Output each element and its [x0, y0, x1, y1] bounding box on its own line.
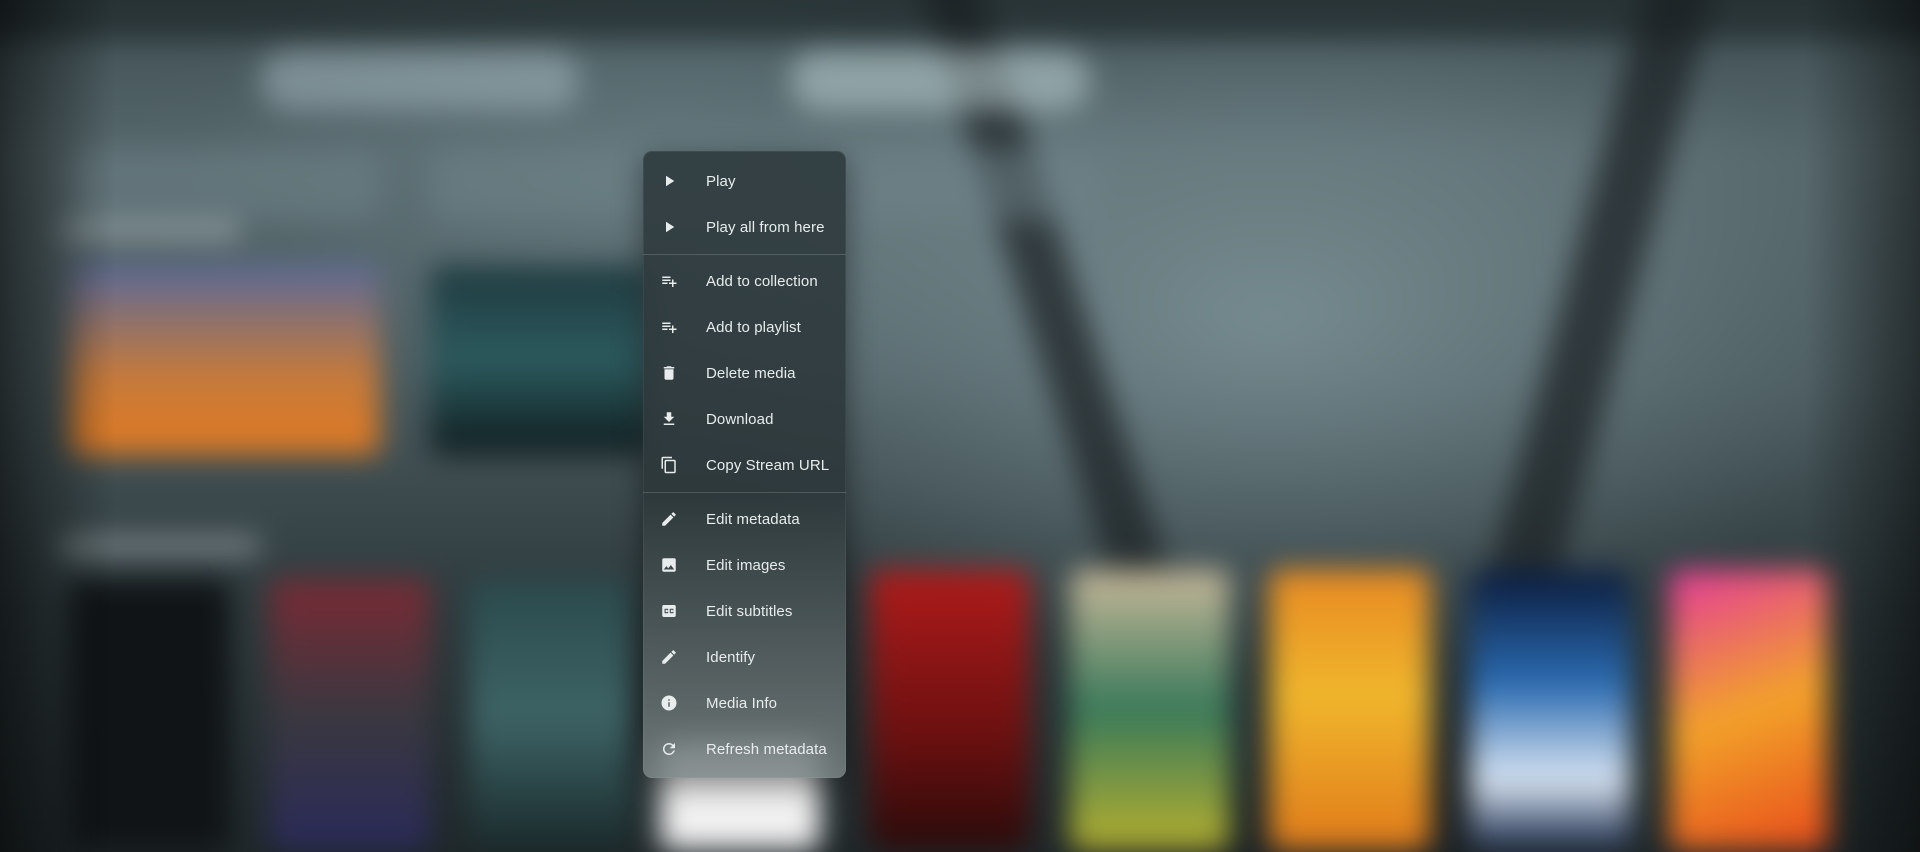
blurred-poster	[70, 265, 380, 455]
refresh-icon	[659, 739, 679, 759]
menu-item-label: Play	[706, 172, 736, 190]
blurred-poster	[1070, 570, 1230, 850]
app-window: Play Play all from here Add to collectio…	[0, 0, 1920, 852]
menu-item-label: Download	[706, 410, 774, 428]
backdrop-shape	[790, 50, 1090, 110]
blurred-tab	[70, 150, 380, 220]
blurred-poster	[430, 265, 650, 455]
blurred-poster	[1470, 570, 1630, 850]
menu-item-refresh-metadata[interactable]: Refresh metadata	[643, 726, 846, 772]
menu-item-download[interactable]: Download	[643, 396, 846, 442]
blurred-poster	[870, 570, 1030, 850]
playlist-add-icon	[659, 271, 679, 291]
blurred-backdrop	[0, 0, 1920, 852]
menu-item-label: Refresh metadata	[706, 740, 827, 758]
menu-item-label: Edit subtitles	[706, 602, 793, 620]
trash-icon	[659, 363, 679, 383]
menu-divider	[643, 254, 846, 255]
menu-item-label: Add to playlist	[706, 318, 801, 336]
menu-item-copy-stream-url[interactable]: Copy Stream URL	[643, 442, 846, 488]
menu-item-play-all[interactable]: Play all from here	[643, 204, 846, 250]
blurred-poster	[1270, 570, 1430, 850]
menu-item-identify[interactable]: Identify	[643, 634, 846, 680]
menu-item-edit-metadata[interactable]: Edit metadata	[643, 496, 846, 542]
copy-icon	[659, 455, 679, 475]
menu-item-label: Play all from here	[706, 218, 825, 236]
menu-item-delete-media[interactable]: Delete media	[643, 350, 846, 396]
menu-item-label: Identify	[706, 648, 756, 666]
pencil-icon	[659, 647, 679, 667]
menu-item-media-info[interactable]: Media Info	[643, 680, 846, 726]
menu-item-edit-images[interactable]: Edit images	[643, 542, 846, 588]
menu-item-add-to-collection[interactable]: Add to collection	[643, 258, 846, 304]
download-icon	[659, 409, 679, 429]
menu-item-label: Edit images	[706, 556, 786, 574]
blurred-poster	[70, 580, 230, 850]
closed-caption-icon	[659, 601, 679, 621]
menu-item-label: Media Info	[706, 694, 778, 712]
menu-item-play[interactable]: Play	[643, 158, 846, 204]
menu-item-label: Copy Stream URL	[706, 456, 830, 474]
backdrop-shape	[260, 50, 580, 110]
menu-item-edit-subtitles[interactable]: Edit subtitles	[643, 588, 846, 634]
blurred-poster	[470, 580, 630, 850]
context-menu: Play Play all from here Add to collectio…	[643, 151, 846, 778]
play-icon	[659, 171, 679, 191]
play-icon	[659, 217, 679, 237]
menu-item-label: Edit metadata	[706, 510, 800, 528]
menu-item-add-to-playlist[interactable]: Add to playlist	[643, 304, 846, 350]
playlist-add-icon	[659, 317, 679, 337]
blurred-row-title	[60, 222, 240, 240]
image-icon	[659, 555, 679, 575]
menu-item-label: Delete media	[706, 364, 796, 382]
blurred-poster	[1670, 570, 1830, 850]
pencil-icon	[659, 509, 679, 529]
menu-item-label: Add to collection	[706, 272, 818, 290]
blurred-row-title	[60, 537, 260, 555]
menu-divider	[643, 492, 846, 493]
blurred-poster	[270, 580, 430, 850]
info-icon	[659, 693, 679, 713]
